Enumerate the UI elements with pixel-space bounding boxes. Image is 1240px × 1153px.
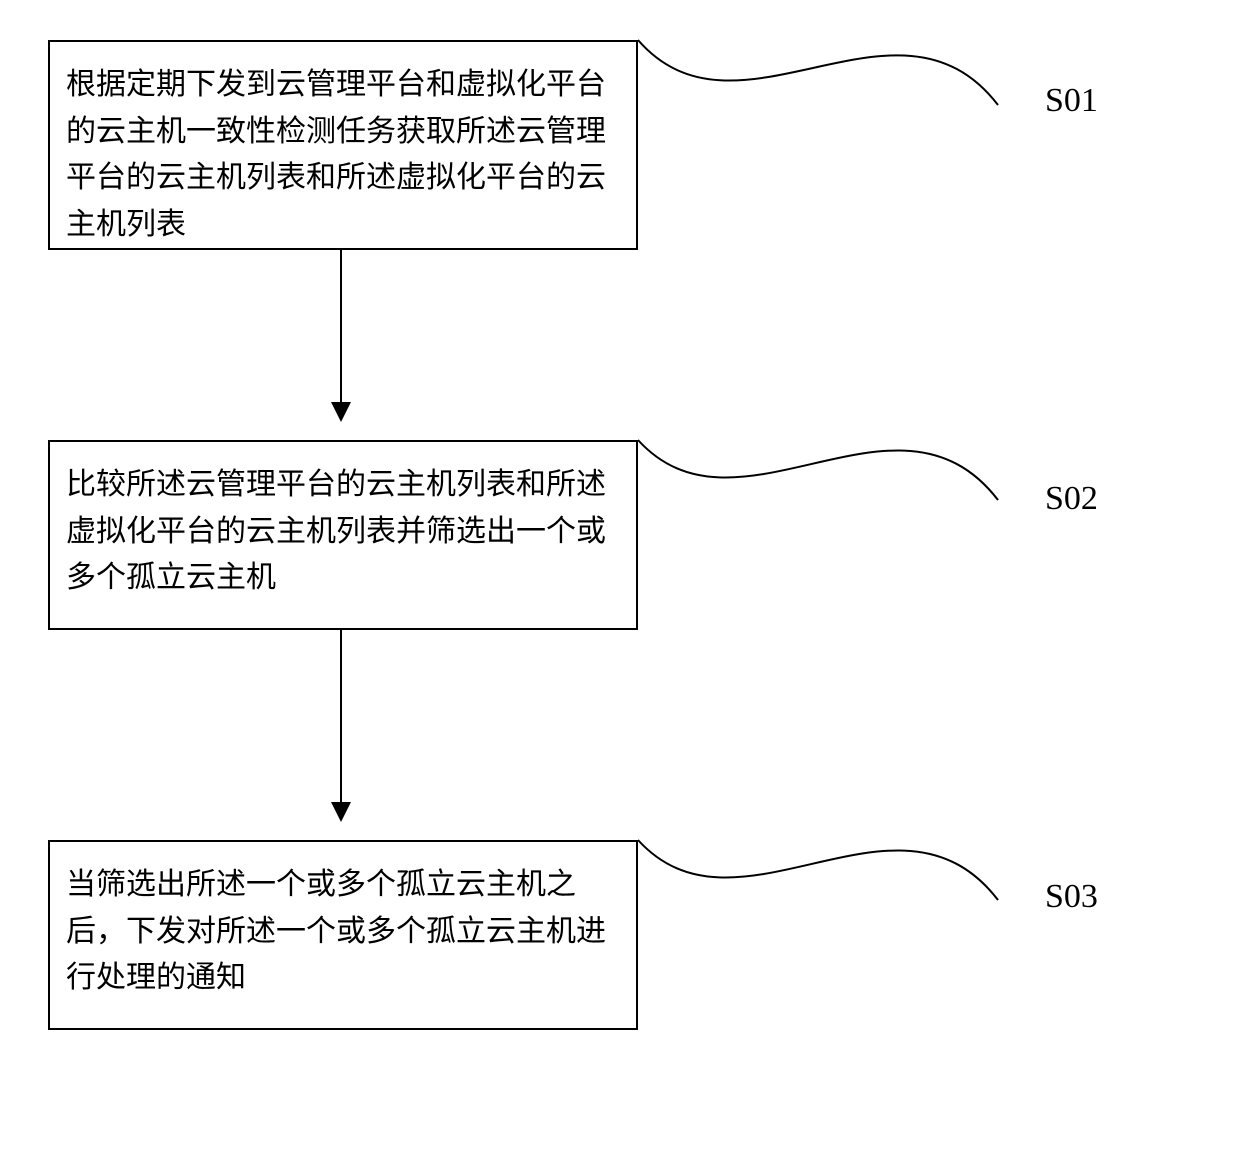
step-text-2: 比较所述云管理平台的云主机列表和所述虚拟化平台的云主机列表并筛选出一个或多个孤立… [66, 468, 606, 594]
step-text-3: 当筛选出所述一个或多个孤立云主机之后，下发对所述一个或多个孤立云主机进行处理的通… [66, 868, 606, 994]
step-label-3: S03 [1045, 878, 1098, 916]
step-box-3: 当筛选出所述一个或多个孤立云主机之后，下发对所述一个或多个孤立云主机进行处理的通… [48, 840, 638, 1030]
step-label-2: S02 [1045, 480, 1098, 518]
arrow-2-to-3 [340, 630, 342, 820]
connector-curve-3 [638, 820, 998, 950]
connector-curve-2 [638, 420, 998, 550]
connector-curve-1 [638, 25, 998, 155]
step-box-1: 根据定期下发到云管理平台和虚拟化平台的云主机一致性检测任务获取所述云管理平台的云… [48, 40, 638, 250]
step-box-2: 比较所述云管理平台的云主机列表和所述虚拟化平台的云主机列表并筛选出一个或多个孤立… [48, 440, 638, 630]
step-text-1: 根据定期下发到云管理平台和虚拟化平台的云主机一致性检测任务获取所述云管理平台的云… [66, 68, 606, 241]
flowchart-container: 根据定期下发到云管理平台和虚拟化平台的云主机一致性检测任务获取所述云管理平台的云… [0, 0, 1240, 1153]
step-label-1: S01 [1045, 82, 1098, 120]
arrow-1-to-2 [340, 250, 342, 420]
